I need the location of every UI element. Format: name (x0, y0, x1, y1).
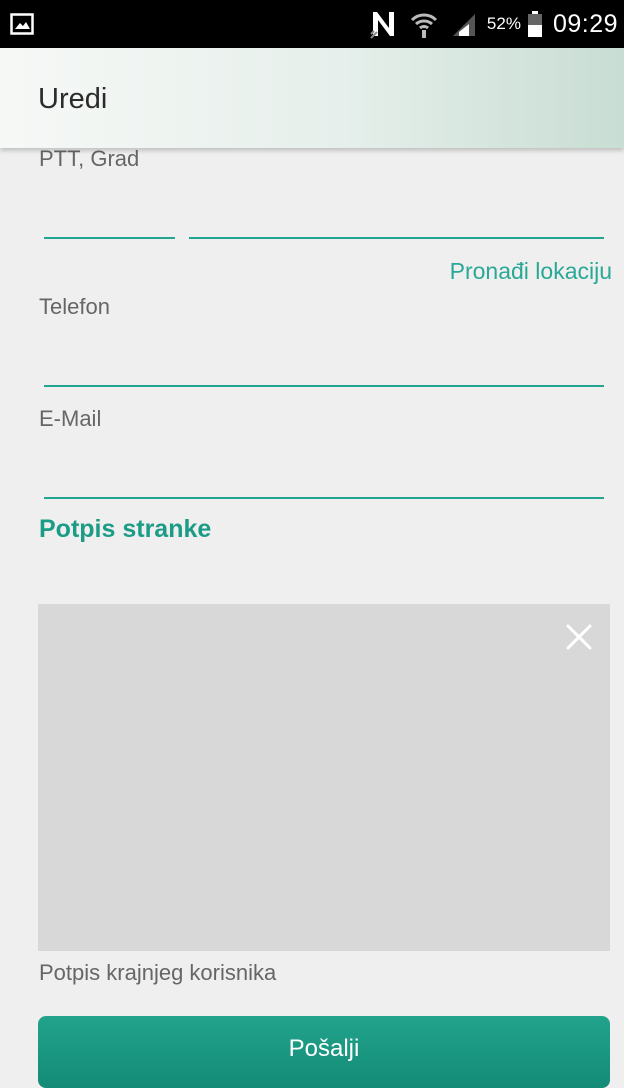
status-icons: 52% 09:29 (369, 0, 618, 48)
signal-icon (452, 14, 475, 36)
send-button-label: Pošalji (288, 1035, 360, 1062)
page-title: Uredi (38, 83, 108, 115)
wifi-icon (410, 13, 437, 38)
city-input[interactable] (189, 237, 604, 239)
ptt-input[interactable] (44, 237, 175, 239)
battery-percent: 52% (486, 14, 521, 33)
phone-label: Telefon (39, 294, 110, 319)
phone-input[interactable] (44, 385, 604, 387)
status-bar: 52% 09:29 (0, 0, 624, 48)
battery-icon (527, 11, 542, 37)
email-input[interactable] (44, 497, 604, 499)
email-label: E-Mail (39, 406, 102, 431)
signature-caption: Potpis krajnjeg korisnika (39, 960, 277, 985)
signature-section-title: Potpis stranke (39, 515, 212, 543)
signature-pad[interactable] (38, 604, 610, 951)
clock: 09:29 (552, 9, 618, 38)
nfc-icon (370, 12, 394, 39)
app-bar: Uredi (0, 48, 624, 148)
gallery-icon (10, 13, 34, 35)
send-button[interactable]: Pošalji (38, 1016, 610, 1088)
close-icon[interactable] (564, 622, 594, 652)
find-location-link[interactable]: Pronađi lokaciju (450, 258, 612, 285)
ptt-city-label: PTT, Grad (39, 146, 140, 171)
